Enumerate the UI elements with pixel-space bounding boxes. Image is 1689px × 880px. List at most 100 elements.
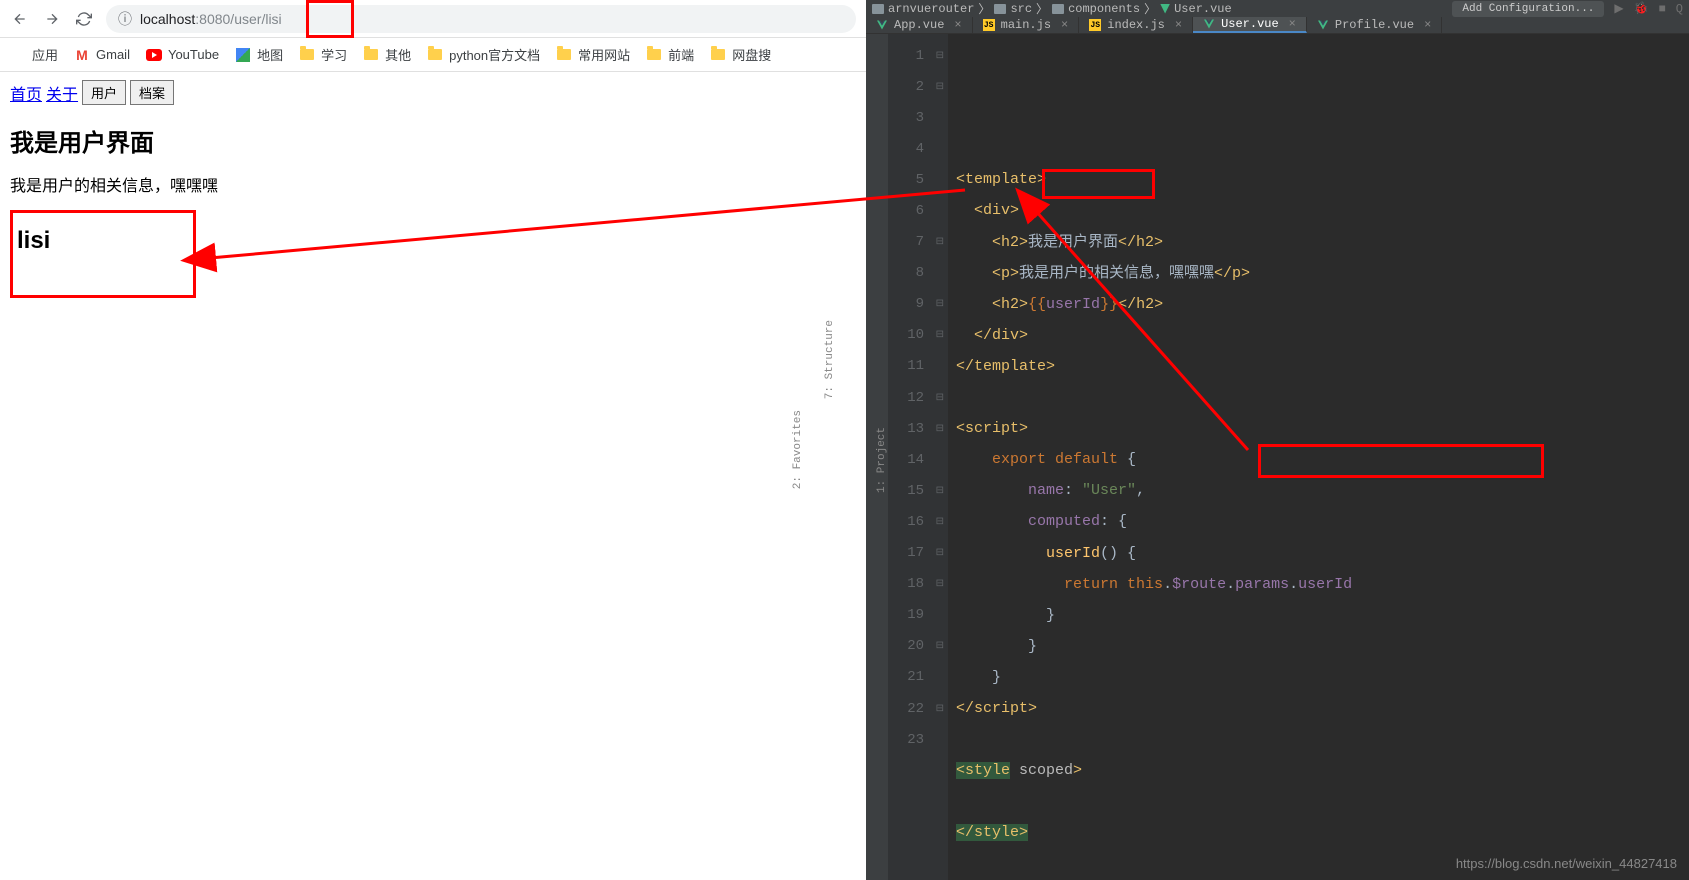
- run-icon[interactable]: ▶: [1614, 1, 1623, 16]
- reload-button[interactable]: [74, 9, 94, 29]
- code-line[interactable]: name: "User",: [948, 475, 1689, 506]
- code-line[interactable]: <h2>我是用户界面</h2>: [948, 227, 1689, 258]
- code-line[interactable]: return this.$route.params.userId: [948, 569, 1689, 600]
- editor-area: 1: Project 7: Structure 2: Favorites 1⊟ 2…: [866, 34, 1689, 880]
- project-tool[interactable]: 1: Project: [876, 427, 888, 493]
- bookmark-common[interactable]: 常用网站: [556, 45, 630, 64]
- folder-icon: [646, 47, 662, 63]
- line-number: 16⊟: [888, 506, 948, 537]
- code-line[interactable]: <style scoped>: [948, 755, 1689, 786]
- close-icon[interactable]: ×: [1175, 18, 1182, 32]
- tab-label: App.vue: [894, 18, 944, 32]
- fold-icon[interactable]: ⊟: [936, 640, 944, 652]
- line-number: 12⊟: [888, 382, 948, 413]
- line-number: 15⊟: [888, 475, 948, 506]
- home-link[interactable]: 首页: [10, 81, 42, 105]
- line-number: 14: [888, 444, 948, 475]
- bookmark-study[interactable]: 学习: [299, 45, 347, 64]
- code-line[interactable]: }: [948, 631, 1689, 662]
- fold-icon[interactable]: ⊟: [936, 50, 944, 62]
- code-line[interactable]: </template>: [948, 351, 1689, 382]
- close-icon[interactable]: ×: [954, 18, 961, 32]
- bookmark-youtube[interactable]: YouTube: [146, 47, 219, 63]
- fold-icon[interactable]: ⊟: [936, 392, 944, 404]
- debug-icon[interactable]: 🐞: [1634, 1, 1649, 16]
- structure-tool[interactable]: 7: Structure: [824, 320, 836, 399]
- breadcrumb-item[interactable]: User.vue: [1160, 2, 1232, 16]
- fold-icon[interactable]: ⊟: [936, 547, 944, 559]
- userid-highlight-box: lisi: [10, 210, 196, 298]
- tab-label: User.vue: [1221, 17, 1279, 31]
- add-configuration-button[interactable]: Add Configuration...: [1452, 1, 1604, 17]
- fold-icon[interactable]: ⊟: [936, 298, 944, 310]
- bookmark-netdisk[interactable]: 网盘搜: [710, 45, 771, 64]
- forward-button[interactable]: [42, 9, 62, 29]
- bookmark-apps[interactable]: 应用: [10, 45, 58, 64]
- back-button[interactable]: [10, 9, 30, 29]
- vue-icon: [1317, 19, 1329, 31]
- page-paragraph: 我是用户的相关信息，嘿嘿嘿: [10, 172, 856, 196]
- tab-user-vue[interactable]: User.vue ×: [1193, 17, 1307, 33]
- tab-app-vue[interactable]: App.vue ×: [866, 17, 973, 33]
- fold-icon[interactable]: ⊟: [936, 578, 944, 590]
- favorites-tool[interactable]: 2: Favorites: [792, 410, 804, 489]
- line-number: 8: [888, 258, 948, 289]
- code-line[interactable]: computed: {: [948, 506, 1689, 537]
- about-link[interactable]: 关于: [46, 81, 78, 105]
- line-number: 17⊟: [888, 538, 948, 569]
- address-bar[interactable]: ⓘ localhost:8080/user/lisi: [106, 5, 856, 33]
- bookmark-maps[interactable]: 地图: [235, 45, 283, 64]
- line-number: 5: [888, 164, 948, 195]
- info-icon: ⓘ: [118, 9, 132, 29]
- code-line[interactable]: [948, 724, 1689, 755]
- fold-icon[interactable]: ⊟: [936, 516, 944, 528]
- fold-icon[interactable]: ⊟: [936, 703, 944, 715]
- user-button[interactable]: 用户: [82, 80, 126, 105]
- tab-index-js[interactable]: JSindex.js×: [1079, 17, 1193, 33]
- fold-icon[interactable]: ⊟: [936, 423, 944, 435]
- code-line[interactable]: userId() {: [948, 538, 1689, 569]
- breadcrumb-item[interactable]: arnvuerouter: [872, 2, 974, 16]
- code-line[interactable]: </div>: [948, 320, 1689, 351]
- js-icon: JS: [1089, 19, 1101, 31]
- code-line[interactable]: }: [948, 600, 1689, 631]
- annotation-box: [1042, 169, 1155, 199]
- folder-icon: [427, 47, 443, 63]
- code-line[interactable]: }: [948, 662, 1689, 693]
- code-line[interactable]: <div>: [948, 195, 1689, 226]
- line-number: 1⊟: [888, 40, 948, 71]
- code-line[interactable]: [948, 382, 1689, 413]
- bookmark-frontend[interactable]: 前端: [646, 45, 694, 64]
- code-line[interactable]: <h2>{{userId}}</h2>: [948, 289, 1689, 320]
- tab-main-js[interactable]: JSmain.js×: [973, 17, 1080, 33]
- fold-icon[interactable]: ⊟: [936, 236, 944, 248]
- archive-button[interactable]: 档案: [130, 80, 174, 105]
- code-line[interactable]: <script>: [948, 413, 1689, 444]
- close-icon[interactable]: ×: [1061, 18, 1068, 32]
- fold-icon[interactable]: ⊟: [936, 81, 944, 93]
- bookmark-other[interactable]: 其他: [363, 45, 411, 64]
- userid-display: lisi: [17, 227, 183, 255]
- code-line[interactable]: <p>我是用户的相关信息，嘿嘿嘿</p>: [948, 258, 1689, 289]
- code-line[interactable]: </style>: [948, 817, 1689, 848]
- folder-icon: [710, 47, 726, 63]
- bookmark-gmail[interactable]: MGmail: [74, 47, 130, 63]
- line-number: 23: [888, 724, 948, 755]
- breadcrumb-item[interactable]: components: [1052, 2, 1140, 16]
- side-tool-bar: 1: Project 7: Structure 2: Favorites: [866, 34, 888, 880]
- tab-profile-vue[interactable]: Profile.vue×: [1307, 17, 1442, 33]
- code-line[interactable]: [948, 786, 1689, 817]
- stop-icon[interactable]: ■: [1659, 2, 1666, 16]
- watermark: https://blog.csdn.net/weixin_44827418: [1456, 856, 1677, 871]
- bookmark-python[interactable]: python官方文档: [427, 45, 540, 64]
- code-area[interactable]: <template> <div> <h2>我是用户界面</h2> <p>我是用户…: [948, 34, 1689, 880]
- close-icon[interactable]: ×: [1424, 18, 1431, 32]
- code-line[interactable]: </script>: [948, 693, 1689, 724]
- search-icon[interactable]: Q: [1676, 2, 1683, 16]
- fold-icon[interactable]: ⊟: [936, 485, 944, 497]
- browser-toolbar: ⓘ localhost:8080/user/lisi: [0, 0, 866, 38]
- fold-icon[interactable]: ⊟: [936, 329, 944, 341]
- breadcrumb-item[interactable]: src: [994, 2, 1032, 16]
- js-icon: JS: [983, 19, 995, 31]
- close-icon[interactable]: ×: [1289, 17, 1296, 31]
